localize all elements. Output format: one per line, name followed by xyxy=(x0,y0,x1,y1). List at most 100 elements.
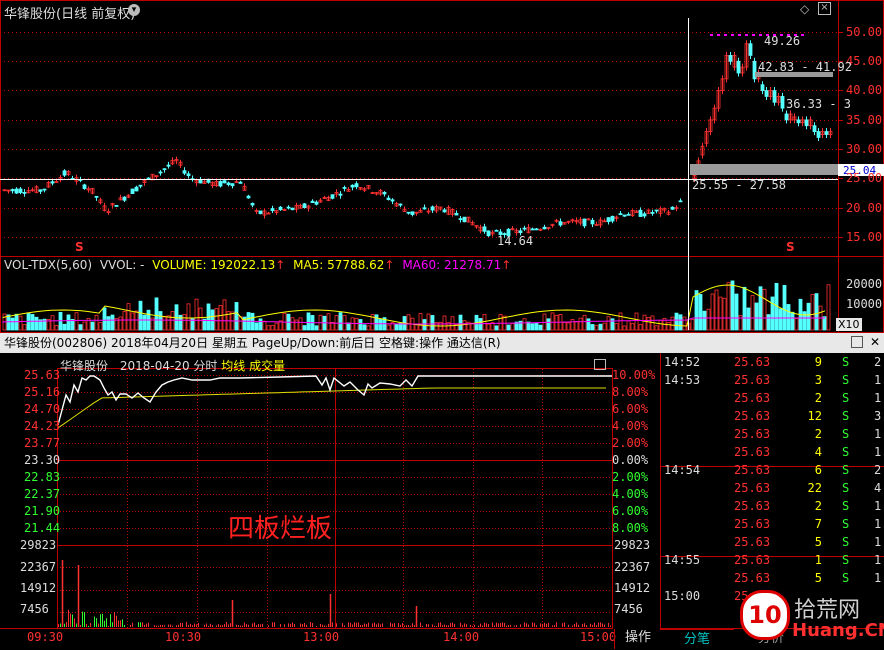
tick-price: 25.63 xyxy=(734,571,771,585)
volume-unit: X10 xyxy=(836,318,862,331)
tick-side: S xyxy=(842,427,850,441)
right-axis-label: 8.00% xyxy=(612,385,649,399)
tick-vol: 2 xyxy=(814,427,822,441)
right-axis-label: 2.00% xyxy=(612,436,649,450)
maximize-icon[interactable] xyxy=(851,336,863,348)
tick-price: 25.63 xyxy=(734,535,771,549)
price-axis-label: 30.00 xyxy=(846,142,883,156)
tick-vol: 9 xyxy=(814,355,822,369)
tick-price: 25.63 xyxy=(734,427,771,441)
tick-num: 1 xyxy=(874,517,882,531)
time-axis-label: 15:00 xyxy=(580,630,617,644)
diamond-icon[interactable]: ◇ xyxy=(800,2,809,16)
annotation-range2: 36.33 - 3 xyxy=(786,97,852,111)
tick-price: 25.63 xyxy=(734,373,771,387)
tick-time: 14:53 xyxy=(664,373,701,387)
intraday-label: 华锋股份 2018-04-20 分时 均线 成交量 xyxy=(60,357,285,374)
tick-side: S xyxy=(842,481,850,495)
left-axis-label: 21.90 xyxy=(24,504,61,518)
time-axis-label: 13:00 xyxy=(303,630,340,644)
left-axis-label: 23.77 xyxy=(24,436,61,450)
tick-num: 1 xyxy=(874,373,882,387)
right-axis-label: 8.00% xyxy=(612,521,649,535)
intraday-label-date: 2018-04-20 分时 xyxy=(119,359,218,373)
tick-side: S xyxy=(842,571,850,585)
tick-vol: 12 xyxy=(807,409,822,423)
left-axis-label: 22.37 xyxy=(24,487,61,501)
tick-side: S xyxy=(842,553,850,567)
tick-time: 14:52 xyxy=(664,355,701,369)
tick-row: 25.63 4 S 1 xyxy=(660,443,884,461)
left-axis-label: 24.70 xyxy=(24,402,61,416)
tick-num: 1 xyxy=(874,571,882,585)
tab-ticks[interactable]: 分笔 xyxy=(660,629,734,650)
annotation-range1: 42.83 - 41.92 xyxy=(758,60,852,74)
right-axis-label: 6.00% xyxy=(612,402,649,416)
tick-row: 14:55 25.63 1 S 1 xyxy=(660,551,884,569)
price-axis-label: 50.00 xyxy=(846,25,883,39)
intraday-window-icon[interactable] xyxy=(594,359,606,370)
tick-side: S xyxy=(842,445,850,459)
tick-vol: 4 xyxy=(814,445,822,459)
tick-num: 1 xyxy=(874,499,882,513)
right-axis-label: 4.00% xyxy=(612,487,649,501)
tick-vol: 3 xyxy=(814,373,822,387)
price-band xyxy=(690,164,838,175)
tick-vol: 2 xyxy=(814,391,822,405)
avg-label: 均线 xyxy=(221,359,246,373)
left-axis-label: 25.63 xyxy=(24,368,61,382)
intraday-chart[interactable] xyxy=(0,0,660,649)
close-panel-icon[interactable]: ✕ xyxy=(870,335,880,349)
tick-time: 14:55 xyxy=(664,553,701,567)
tick-side: S xyxy=(842,463,850,477)
tick-side: S xyxy=(842,535,850,549)
price-axis-label: 20.00 xyxy=(846,201,883,215)
tick-price: 25.63 xyxy=(734,445,771,459)
left-axis-label: 21.44 xyxy=(24,521,61,535)
tick-num: 1 xyxy=(874,553,882,567)
tick-side: S xyxy=(842,517,850,531)
price-axis-label: 40.00 xyxy=(846,83,883,97)
operation-button[interactable]: 操作 xyxy=(614,629,661,649)
time-axis-label: 09:30 xyxy=(27,630,64,644)
vol-axis-left: 22367 xyxy=(20,560,57,574)
tick-side: S xyxy=(842,499,850,513)
left-axis-label: 22.83 xyxy=(24,470,61,484)
tick-row: 14:52 25.63 9 S 2 xyxy=(660,353,884,371)
tick-side: S xyxy=(842,409,850,423)
tick-time: 14:54 xyxy=(664,463,701,477)
annotation-range3: 25.55 - 27.58 xyxy=(692,178,786,192)
intraday-annotation: 四板烂板 xyxy=(228,514,333,544)
intraday-label-name: 华锋股份 xyxy=(60,359,109,373)
tick-row: 14:54 25.63 6 S 2 xyxy=(660,461,884,479)
tick-vol: 5 xyxy=(814,571,822,585)
tick-num: 1 xyxy=(874,391,882,405)
tick-time: 15:00 xyxy=(664,589,701,603)
tick-vol: 22 xyxy=(807,481,822,495)
vol-axis-right: 7456 xyxy=(614,602,643,616)
left-axis-label: 23.30 xyxy=(24,453,61,467)
tick-row: 25.63 5 S 1 xyxy=(660,533,884,551)
left-axis-label: 24.23 xyxy=(24,419,61,433)
tick-vol: 7 xyxy=(814,517,822,531)
tick-vol: 6 xyxy=(814,463,822,477)
tick-num: 4 xyxy=(874,481,882,495)
tick-row: 25.63 7 S 1 xyxy=(660,515,884,533)
tick-price: 25.63 xyxy=(734,463,771,477)
price-axis-label: 15.00 xyxy=(846,230,883,244)
volume-axis-10000: 10000 xyxy=(846,297,883,311)
tick-price: 25.63 xyxy=(734,517,771,531)
vol-axis-right: 22367 xyxy=(614,560,651,574)
vol-axis-left: 29823 xyxy=(20,538,57,552)
tick-price: 25.63 xyxy=(734,409,771,423)
tick-price: 25.63 xyxy=(734,553,771,567)
vol-axis-left: 7456 xyxy=(20,602,49,616)
tick-row: 25.63 2 S 1 xyxy=(660,497,884,515)
close-icon[interactable]: × xyxy=(818,2,831,15)
vol-label: 成交量 xyxy=(249,359,286,373)
tick-row: 25.63 5 S 1 xyxy=(660,569,884,587)
left-axis-label: 25.16 xyxy=(24,385,61,399)
tick-side: S xyxy=(842,355,850,369)
right-axis-label: 2.00% xyxy=(612,470,649,484)
watermark: 10 拾荒网 Huang.CN xyxy=(740,590,884,646)
